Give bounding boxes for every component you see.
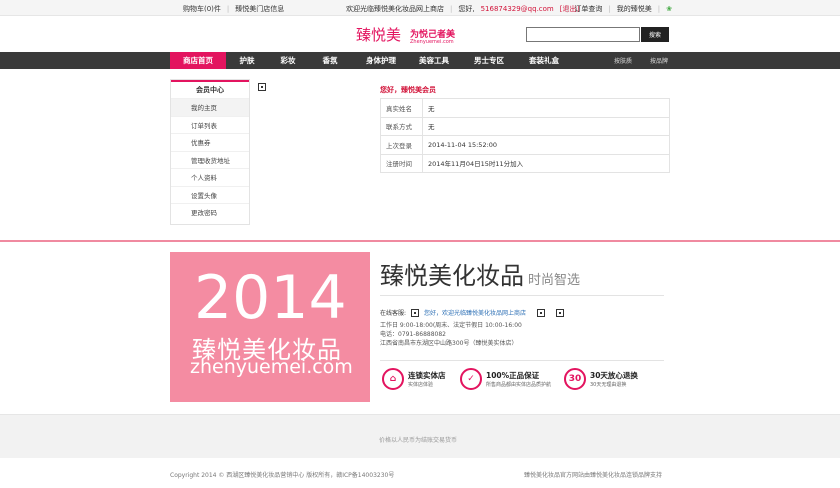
feature-sub: 所售商品都由实体店品质护航 — [486, 382, 552, 388]
section-divider — [0, 240, 840, 242]
feature-stores: ⌂ 连锁实体店实体店体验 — [382, 368, 446, 390]
phone: 电话：0791-86888082 — [380, 331, 446, 338]
leaf-icon[interactable]: ❀ — [666, 5, 672, 13]
nav-item-skincare[interactable]: 护肤 — [232, 52, 262, 69]
divider-line — [380, 360, 664, 361]
table-row: 注册时间 2014年11月04日15时11分加入 — [380, 153, 670, 173]
separator: | — [450, 5, 453, 13]
orders-link[interactable]: 订单查询 — [574, 4, 602, 14]
profile-key: 上次登录 — [380, 135, 423, 155]
sidebar-item-profile[interactable]: 个人资料 — [171, 168, 249, 186]
copyright: Copyright 2014 © 西湖区臻悦美化妆品营销中心 版权所有，赣ICP… — [170, 472, 395, 479]
nav-item-men[interactable]: 男士专区 — [467, 52, 511, 69]
search-input[interactable] — [526, 27, 640, 42]
chat-icon[interactable] — [411, 308, 420, 317]
cart-link[interactable]: 购物车(0)件 — [183, 4, 221, 14]
footer-credit: 臻悦美化妆品官方网站由臻悦美化妆品连锁品牌支持 — [524, 472, 663, 479]
banner-url: zhenyuemei.com — [190, 356, 353, 378]
separator: | — [608, 5, 611, 13]
user-email[interactable]: 516874329@qq.com — [481, 5, 554, 13]
feature-genuine: ✓ 100%正品保证所售商品都由实体店品质护航 — [460, 368, 551, 390]
nav-item-beauty-tools[interactable]: 美容工具 — [412, 52, 456, 69]
welcome-text: 欢迎光临臻悦美化妆品网上商店 — [346, 5, 444, 13]
my-account-link[interactable]: 我的臻悦美 — [617, 4, 652, 14]
table-row: 上次登录 2014-11-04 15:52:00 — [380, 135, 670, 155]
profile-value: 无 — [422, 116, 670, 136]
member-sidebar: 会员中心 我的主页 订单列表 优惠券 管理收货地址 个人资料 设置头像 更改密码 — [170, 79, 250, 225]
nav-by-brand[interactable]: 按品牌 — [650, 56, 668, 65]
shield-icon: ✓ — [460, 368, 482, 390]
nav-by-skin[interactable]: 按肤质 — [614, 56, 632, 65]
nav-item-gift-sets[interactable]: 套装礼盒 — [522, 52, 566, 69]
profile-key: 联系方式 — [380, 116, 423, 136]
logo-main: 臻悦美 — [356, 26, 402, 44]
banner-year: 2014 — [194, 263, 347, 333]
address: 江西省南昌市东湖区中山路300号（臻悦美实体店） — [380, 340, 518, 347]
feature-title: 100%正品保证 — [486, 371, 540, 380]
work-hours: 工作日 9:00-18:00(周末、法定节假日 10:00-16:00 — [380, 322, 522, 329]
hello-text: 您好, — [458, 5, 475, 13]
sidebar-item-password[interactable]: 更改密码 — [171, 203, 249, 221]
nav-item-home[interactable]: 商店首页 — [170, 52, 226, 69]
service-label: 在线客服: — [380, 310, 407, 317]
top-bar-right: | 订单查询 | 我的臻悦美 | ❀ — [566, 4, 672, 14]
header: 臻悦美 为悦己者美 Zhenyuemei.com 搜索 — [0, 16, 840, 52]
separator: | — [566, 5, 569, 13]
nav-item-bodycare[interactable]: 身体护理 — [359, 52, 403, 69]
profile-value: 2014年11月04日15时11分加入 — [422, 153, 670, 173]
profile-key: 真实姓名 — [380, 98, 423, 118]
chat-icon[interactable] — [556, 308, 565, 317]
top-bar-center: 欢迎光临臻悦美化妆品网上商店 | 您好, 516874329@qq.com [退… — [346, 4, 579, 14]
feature-title: 30天放心退换 — [590, 371, 638, 380]
promo-banner[interactable]: 2014 臻悦美化妆品 zhenyuemei.com — [170, 252, 370, 402]
broken-image-icon — [258, 83, 266, 91]
member-welcome: 您好，臻悦美会员 — [380, 86, 436, 94]
sidebar-item-addresses[interactable]: 管理收货地址 — [171, 150, 249, 169]
feature-sub: 实体店体验 — [408, 382, 434, 388]
currency-bar: 价格以人民币为结账交易货币 — [0, 414, 840, 458]
sidebar-item-orders[interactable]: 订单列表 — [171, 115, 249, 134]
sidebar-item-coupons[interactable]: 优惠券 — [171, 133, 249, 151]
table-row: 真实姓名 无 — [380, 98, 670, 118]
divider-line — [380, 295, 664, 296]
sidebar-item-home[interactable]: 我的主页 — [171, 98, 249, 116]
sidebar-item-avatar[interactable]: 设置头像 — [171, 185, 249, 204]
store-icon: ⌂ — [382, 368, 404, 390]
separator: | — [226, 5, 230, 13]
feature-title: 连锁实体店 — [408, 371, 446, 380]
contact-info: 工作日 9:00-18:00(周末、法定节假日 10:00-16:00 电话：0… — [380, 321, 522, 348]
stores-link[interactable]: 臻悦美门店信息 — [235, 4, 284, 14]
profile-value: 无 — [422, 98, 670, 118]
top-bar: 购物车(0)件 | 臻悦美门店信息 欢迎光临臻悦美化妆品网上商店 | 您好, 5… — [0, 0, 840, 16]
feature-sub: 30天无理由退换 — [590, 382, 627, 388]
service-link[interactable]: 您好，欢迎光临臻悦美化妆品网上商店 — [424, 308, 526, 317]
feature-returns: 30 30天放心退换 30天无理由退换 — [564, 368, 638, 390]
sidebar-title: 会员中心 — [171, 80, 249, 98]
main-nav: 商店首页 护肤 彩妆 香氛 身体护理 美容工具 男士专区 套装礼盒 按肤质 按品… — [0, 52, 840, 69]
brand-subtitle: 时尚智选 — [528, 273, 581, 288]
footer: Copyright 2014 © 西湖区臻悦美化妆品营销中心 版权所有，赣ICP… — [0, 458, 840, 488]
nav-item-fragrance[interactable]: 香氛 — [315, 52, 345, 69]
table-row: 联系方式 无 — [380, 116, 670, 136]
chat-icon[interactable] — [537, 308, 546, 317]
site-logo[interactable]: 臻悦美 为悦己者美 Zhenyuemei.com — [356, 24, 456, 46]
profile-table: 真实姓名 无 联系方式 无 上次登录 2014-11-04 15:52:00 注… — [380, 98, 670, 173]
top-bar-left: 购物车(0)件 | 臻悦美门店信息 — [183, 4, 284, 14]
brand-heading: 臻悦美化妆品 时尚智选 — [380, 256, 580, 291]
currency-note: 价格以人民币为结账交易货币 — [379, 437, 458, 444]
brand-title: 臻悦美化妆品 — [380, 262, 524, 290]
thirty-day-icon: 30 — [564, 368, 586, 390]
nav-item-makeup[interactable]: 彩妆 — [273, 52, 303, 69]
separator: | — [657, 5, 661, 13]
profile-key: 注册时间 — [380, 153, 423, 173]
search-button[interactable]: 搜索 — [641, 27, 669, 42]
profile-value: 2014-11-04 15:52:00 — [422, 135, 670, 155]
logo-url: Zhenyuemei.com — [410, 39, 454, 45]
online-service: 在线客服: 您好，欢迎光临臻悦美化妆品网上商店 — [380, 308, 565, 317]
